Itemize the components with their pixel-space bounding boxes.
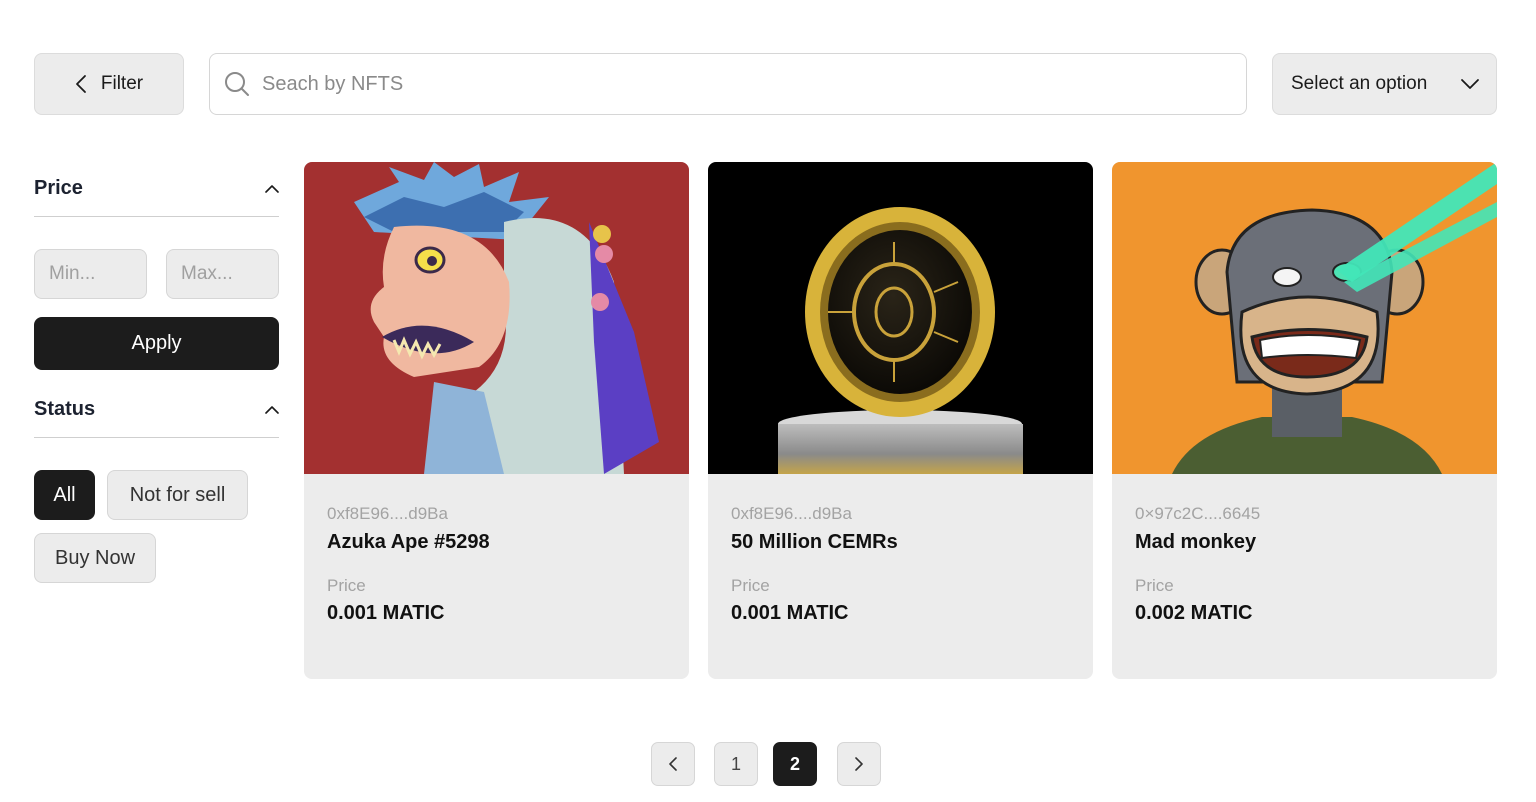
- nft-owner-address: 0×97c2C....6645: [1135, 504, 1261, 523]
- chevron-down-icon: [1461, 79, 1479, 89]
- nft-price-label: Price: [327, 576, 366, 595]
- status-chip-all[interactable]: All: [34, 470, 95, 520]
- nft-card[interactable]: 0×97c2C....6645 Mad monkey Price 0.002 M…: [1112, 162, 1497, 679]
- nft-name: Azuka Ape #5298: [327, 531, 490, 553]
- nft-card[interactable]: 0xf8E96....d9Ba 50 Million CEMRs Price 0…: [708, 162, 1093, 679]
- apply-button[interactable]: Apply: [34, 317, 279, 370]
- status-section-title: Status: [34, 398, 96, 420]
- price-section-header[interactable]: Price: [34, 161, 279, 217]
- filter-button[interactable]: Filter: [34, 53, 184, 115]
- nft-price-label: Price: [731, 576, 770, 595]
- nft-price-value: 0.001 MATIC: [731, 602, 849, 624]
- nft-price-value: 0.002 MATIC: [1135, 602, 1253, 624]
- nft-owner-address: 0xf8E96....d9Ba: [327, 504, 448, 523]
- pagination-page-2[interactable]: 2: [773, 742, 817, 786]
- nft-card[interactable]: 0xf8E96....d9Ba Azuka Ape #5298 Price 0.…: [304, 162, 689, 679]
- sort-select-value: Select an option: [1291, 73, 1428, 94]
- nft-price-value: 0.001 MATIC: [327, 602, 445, 624]
- search-input[interactable]: [262, 72, 1162, 96]
- status-chip-buy-now[interactable]: Buy Now: [34, 533, 156, 583]
- pagination-page-1[interactable]: 1: [714, 742, 758, 786]
- pagination-next-button[interactable]: [837, 742, 881, 786]
- nft-image-mad-monkey: [1112, 162, 1497, 474]
- pagination-prev-button[interactable]: [651, 742, 695, 786]
- status-chip-not-for-sell[interactable]: Not for sell: [107, 470, 248, 520]
- nft-name: 50 Million CEMRs: [731, 531, 898, 553]
- filter-button-label: Filter: [100, 73, 144, 94]
- sort-select[interactable]: Select an option: [1272, 53, 1497, 115]
- nft-image-cemr-coin: [708, 162, 1093, 474]
- chevron-left-icon: [75, 75, 86, 93]
- chevron-right-icon: [855, 757, 863, 771]
- chevron-up-icon: [265, 185, 279, 193]
- search-icon: [225, 72, 249, 96]
- chevron-left-icon: [669, 757, 677, 771]
- min-price-input[interactable]: [34, 249, 147, 299]
- max-price-input[interactable]: [166, 249, 279, 299]
- nft-image-azuka-ape: [304, 162, 689, 474]
- nft-name: Mad monkey: [1135, 531, 1257, 553]
- status-section-header[interactable]: Status: [34, 382, 279, 438]
- chevron-up-icon: [265, 406, 279, 414]
- search-bar[interactable]: [209, 53, 1247, 115]
- nft-owner-address: 0xf8E96....d9Ba: [731, 504, 852, 523]
- price-section-title: Price: [34, 177, 83, 199]
- nft-price-label: Price: [1135, 576, 1174, 595]
